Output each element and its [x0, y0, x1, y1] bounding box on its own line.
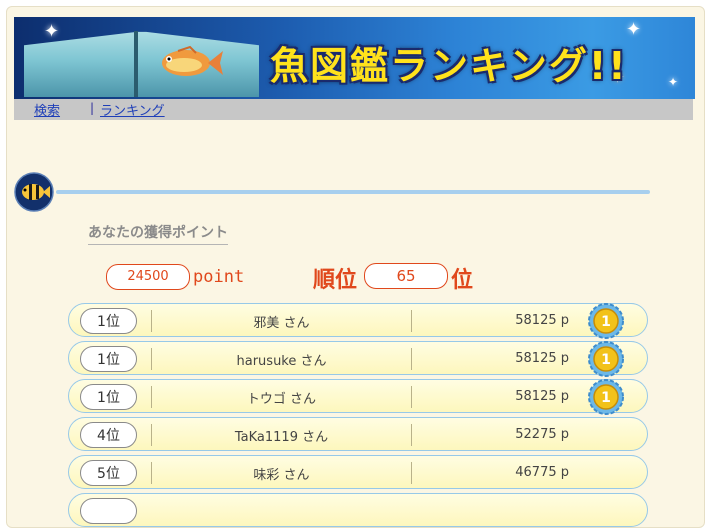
sparkle-icon: ✦: [626, 19, 642, 40]
user-points: 58125 p: [515, 313, 569, 328]
ranking-row: [68, 493, 648, 527]
ranking-row: 4位 TaKa1119 さん 52275 p: [68, 417, 648, 451]
site-banner: ✦ ✦ ✦ ✦ 魚図鑑ランキング!!: [14, 17, 695, 99]
ranking-row: 1位 トウゴ さん 58125 p 1: [68, 379, 648, 415]
user-points: 52275 p: [515, 427, 569, 442]
gold-medal-icon: 1: [588, 379, 624, 415]
rank-label: 順位: [313, 268, 358, 293]
sparkle-icon: ✦: [44, 21, 60, 42]
rank-badge: 1位: [80, 308, 137, 334]
user-points: 58125 p: [515, 389, 569, 404]
rank-value: 65: [364, 263, 448, 289]
user-name: 邪美 さん: [253, 316, 310, 331]
points-unit: point: [193, 267, 245, 287]
user-name: 味彩 さん: [253, 468, 310, 483]
section-heading: あなたの獲得ポイント: [88, 222, 228, 245]
user-points: 58125 p: [515, 351, 569, 366]
section-divider: [56, 190, 650, 194]
svg-text:1: 1: [601, 314, 611, 330]
user-name: TaKa1119 さん: [234, 430, 329, 445]
nav-link-search[interactable]: 検索: [34, 100, 60, 119]
ranking-row: 5位 味彩 さん 46775 p: [68, 455, 648, 489]
rank-badge: 4位: [80, 422, 137, 448]
gold-medal-icon: 1: [588, 303, 624, 339]
nav-bar: 検索 | ランキング: [14, 99, 693, 120]
fish-icon: [162, 45, 223, 76]
rank-badge: [80, 498, 137, 524]
section-fish-icon: [14, 172, 54, 212]
sparkle-icon: ✦: [668, 75, 679, 89]
points-value: 24500: [106, 264, 190, 290]
user-name: トウゴ さん: [246, 392, 317, 407]
user-points: 46775 p: [515, 465, 569, 480]
ranking-row: 1位 邪美 さん 58125 p 1: [68, 303, 648, 339]
rank-badge: 1位: [80, 346, 137, 372]
rank-unit: 位: [451, 268, 474, 293]
gold-medal-icon: 1: [588, 341, 624, 377]
svg-text:1: 1: [601, 352, 611, 368]
nav-link-ranking[interactable]: ランキング: [100, 100, 165, 119]
nav-separator: |: [90, 101, 95, 115]
ranking-row: 1位 harusuke さん 58125 p 1: [68, 341, 648, 377]
svg-text:1: 1: [601, 390, 611, 406]
user-name: harusuke さん: [236, 354, 327, 369]
rank-badge: 5位: [80, 460, 137, 486]
banner-title: 魚図鑑ランキング!!: [270, 44, 628, 88]
rank-badge: 1位: [80, 384, 137, 410]
